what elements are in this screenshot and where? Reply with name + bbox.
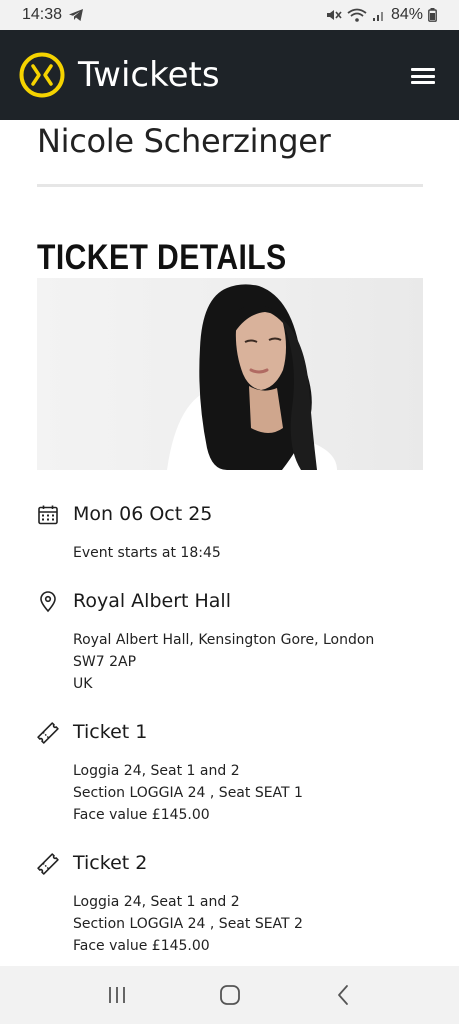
ticket-title: Ticket 1 xyxy=(73,721,148,743)
venue-name: Royal Albert Hall xyxy=(73,590,231,612)
back-button[interactable] xyxy=(328,980,358,1010)
ticket-icon xyxy=(37,722,59,744)
artist-image xyxy=(37,278,423,470)
home-button[interactable] xyxy=(215,980,245,1010)
event-start-time: Event starts at 18:45 xyxy=(73,545,221,561)
ticket-icon xyxy=(37,853,59,875)
ticket-face-value: Face value £145.00 xyxy=(73,807,210,823)
twickets-logo-icon[interactable] xyxy=(18,51,66,99)
mute-icon xyxy=(326,10,342,20)
recent-apps-icon xyxy=(108,987,125,1003)
signal-icon xyxy=(372,12,383,21)
ticket-seat-summary: Loggia 24, Seat 1 and 2 xyxy=(73,894,240,910)
event-date: Mon 06 Oct 25 xyxy=(73,503,213,525)
venue-address-line: SW7 2AP xyxy=(73,654,137,670)
ticket-section-seat: Section LOGGIA 24 , Seat SEAT 1 xyxy=(73,785,303,801)
battery-percent: 84% xyxy=(390,6,423,23)
event-title: Nicole Scherzinger xyxy=(37,122,331,160)
menu-button[interactable] xyxy=(411,68,435,84)
page-content: Nicole Scherzinger TICKET DETAILS Mon 06… xyxy=(0,120,459,966)
menu-icon-bar xyxy=(411,81,435,84)
ticket-face-value: Face value £145.00 xyxy=(73,938,210,954)
brand-name[interactable]: Twickets xyxy=(78,55,220,95)
calendar-icon xyxy=(38,505,58,525)
app-header: Twickets xyxy=(0,30,459,120)
divider xyxy=(37,184,423,187)
ticket-title: Ticket 2 xyxy=(73,852,148,874)
telegram-icon xyxy=(69,9,84,21)
home-icon xyxy=(219,985,240,1005)
venue-address-line: UK xyxy=(73,676,93,692)
system-nav-bar xyxy=(0,966,459,1024)
recent-apps-button[interactable] xyxy=(102,980,132,1010)
section-heading: TICKET DETAILS xyxy=(37,238,287,277)
battery-icon xyxy=(428,8,437,22)
wifi-icon xyxy=(347,8,367,22)
status-bar: 14:38 84% xyxy=(0,0,459,30)
menu-icon-bar xyxy=(411,68,435,71)
location-pin-icon xyxy=(40,591,56,613)
artist-photo xyxy=(167,284,337,470)
venue-address-line: Royal Albert Hall, Kensington Gore, Lond… xyxy=(73,632,375,648)
menu-icon-bar xyxy=(411,74,435,78)
back-icon xyxy=(337,985,348,1005)
status-time: 14:38 xyxy=(22,6,63,23)
ticket-seat-summary: Loggia 24, Seat 1 and 2 xyxy=(73,763,240,779)
ticket-section-seat: Section LOGGIA 24 , Seat SEAT 2 xyxy=(73,916,303,932)
